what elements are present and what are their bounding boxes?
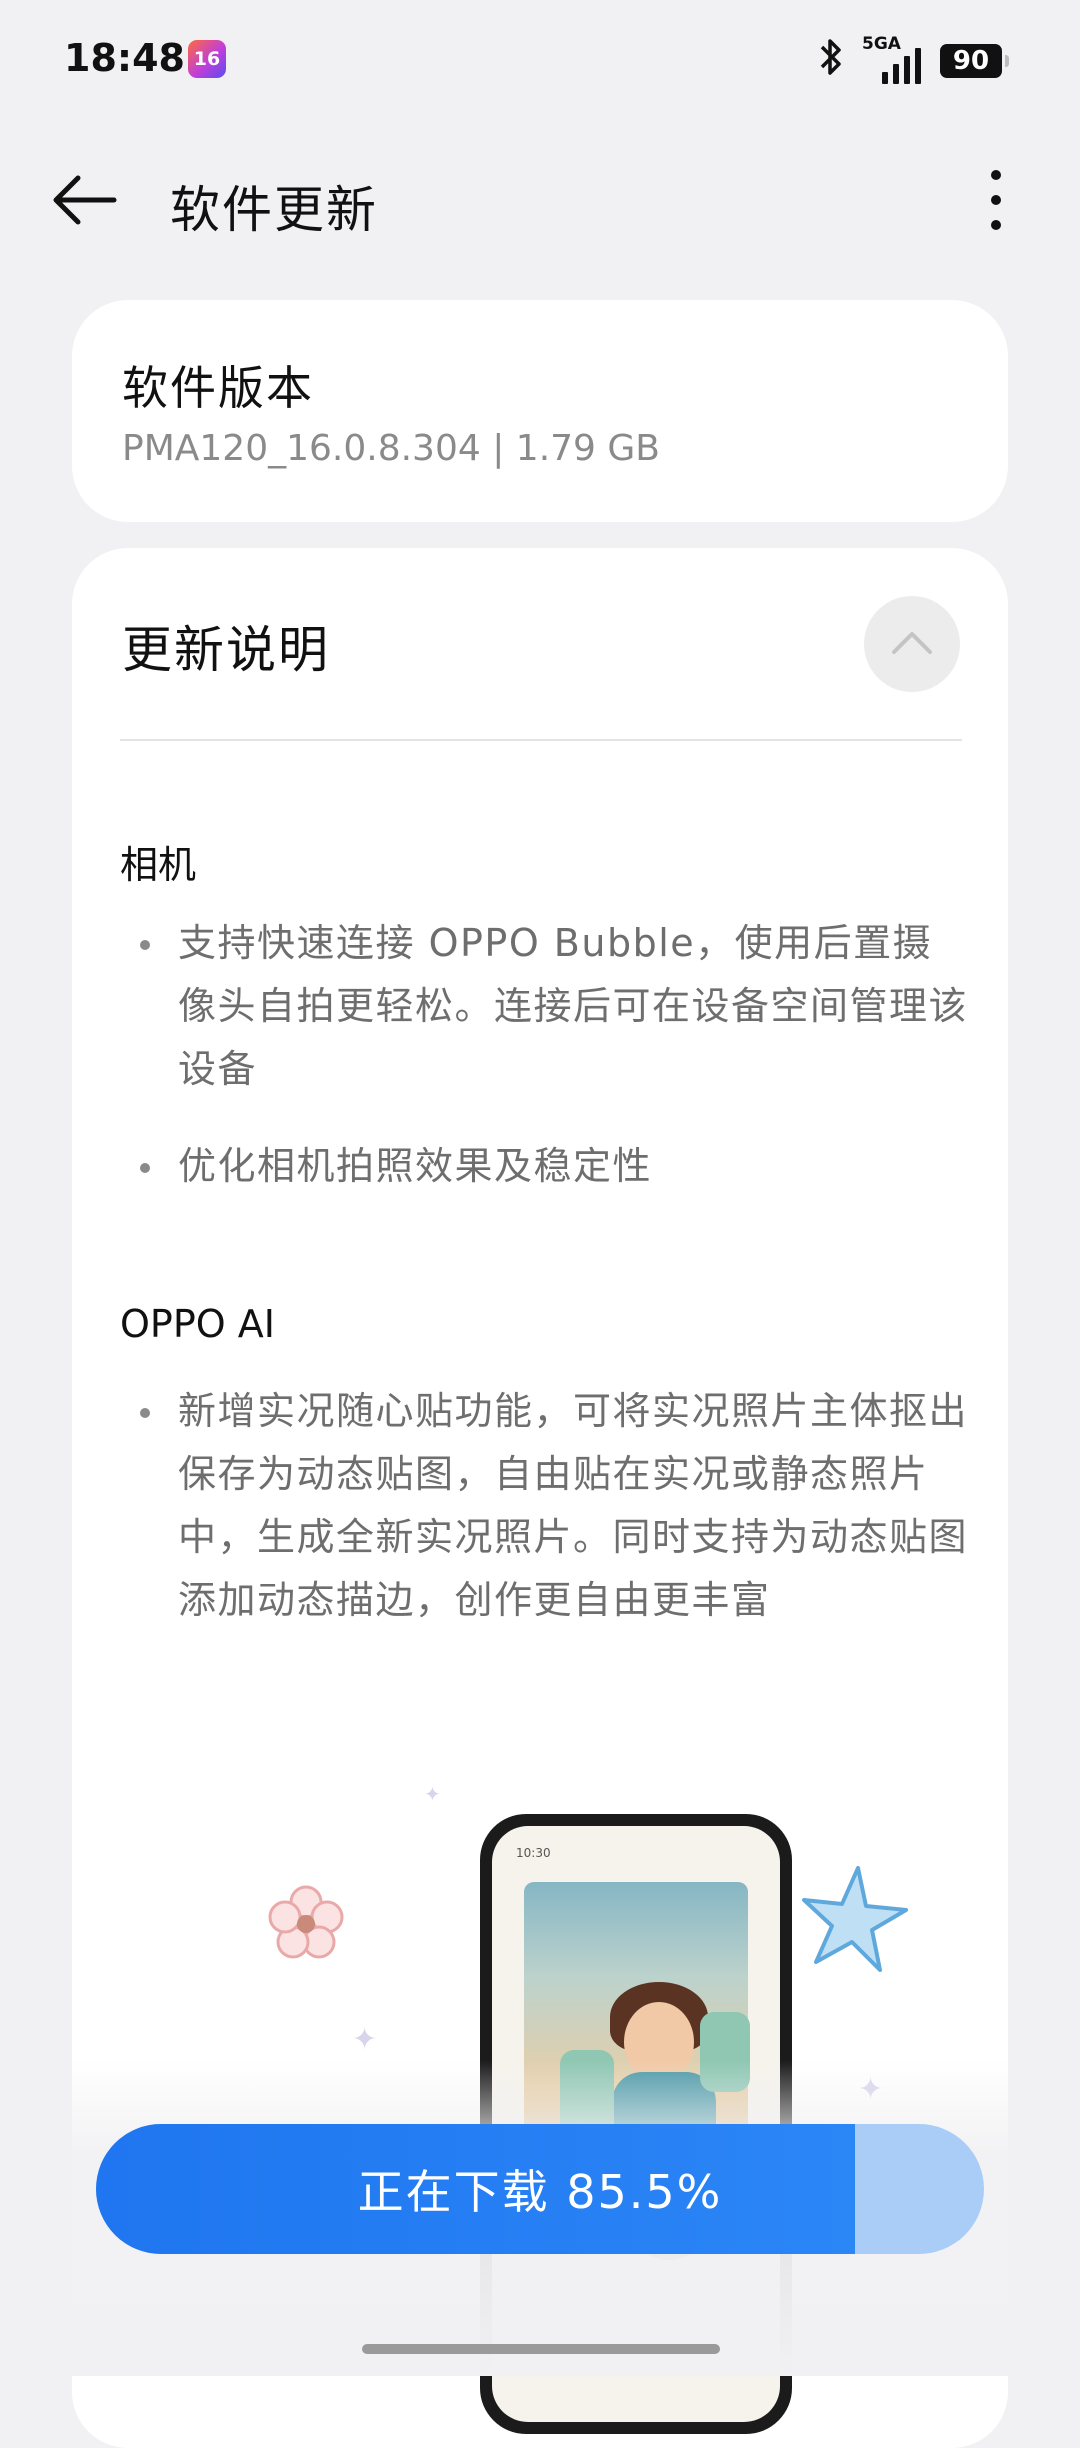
sparkle-icon: ✦ [352, 2022, 378, 2057]
camera-notes-list: 支持快速连接 OPPO Bubble，使用后置摄像头自拍更轻松。连接后可在设备空… [122, 912, 968, 1198]
download-progress-button[interactable]: 正在下载 85.5% [96, 2124, 984, 2254]
download-progress-label: 正在下载 85.5% [357, 2165, 723, 2219]
os-version-icon: 16 [188, 40, 226, 78]
mockup-status-time: 10:30 [516, 1846, 551, 1860]
battery-icon: 90 [940, 44, 1009, 78]
version-detail: PMA120_16.0.8.304 | 1.79 GB [122, 428, 660, 469]
section-heading-oppo-ai: OPPO AI [120, 1302, 275, 1346]
star-sticker-icon [796, 1862, 912, 1978]
collapse-chevron-up-icon[interactable] [864, 596, 960, 692]
page-title: 软件更新 [170, 181, 378, 239]
back-arrow-icon[interactable] [48, 170, 120, 230]
release-notes-title: 更新说明 [122, 621, 330, 679]
flower-sticker-icon [266, 1884, 346, 1964]
more-options-icon[interactable] [980, 168, 1012, 232]
version-card-title: 软件版本 [122, 361, 314, 415]
home-indicator[interactable] [362, 2344, 720, 2354]
section-heading-camera: 相机 [120, 843, 197, 887]
status-bar: 18:48 16 5GA 90 [0, 0, 1080, 120]
software-version-card: 软件版本 PMA120_16.0.8.304 | 1.79 GB [72, 300, 1008, 522]
divider [120, 739, 962, 741]
bluetooth-icon [818, 36, 844, 88]
list-item: 支持快速连接 OPPO Bubble，使用后置摄像头自拍更轻松。连接后可在设备空… [122, 912, 968, 1101]
list-item: 优化相机拍照效果及稳定性 [122, 1135, 968, 1198]
cellular-signal-icon: 5GA [862, 34, 932, 84]
list-item: 新增实况随心贴功能，可将实况照片主体抠出保存为动态贴图，自由贴在实况或静态照片中… [122, 1380, 968, 1632]
oppo-ai-notes-list: 新增实况随心贴功能，可将实况照片主体抠出保存为动态贴图，自由贴在实况或静态照片中… [122, 1380, 968, 1632]
status-time: 18:48 [64, 36, 185, 80]
sparkle-icon: ✦ [424, 1782, 441, 1806]
